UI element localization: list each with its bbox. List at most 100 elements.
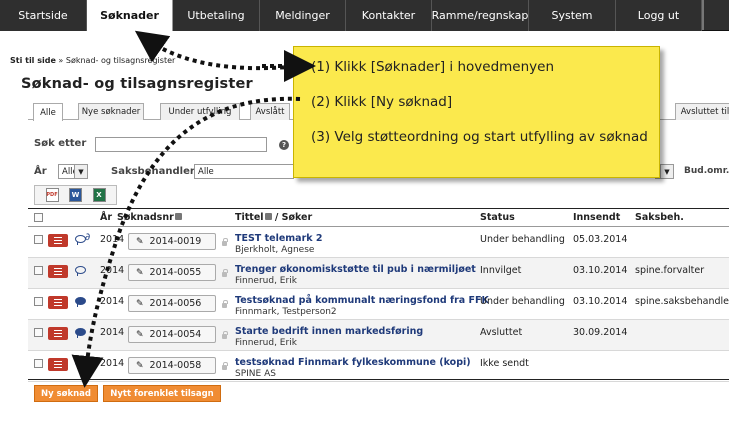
pencil-icon: ✎ (136, 267, 144, 278)
row-checkbox[interactable] (34, 328, 43, 337)
column-caseworker[interactable]: Saksbeh. (635, 212, 684, 223)
nav-item-system[interactable]: System (529, 0, 616, 31)
year-label: År (34, 166, 47, 177)
application-number: 2014-0055 (149, 267, 202, 278)
row-menu-icon[interactable] (48, 327, 68, 340)
year-select[interactable]: Alle ▼ (58, 164, 88, 179)
tab-avslatt[interactable]: Avslått (250, 103, 290, 120)
row-checkbox[interactable] (34, 266, 43, 275)
column-title-label: Tittel (235, 212, 264, 223)
caseworker-label: Saksbehandler (111, 166, 195, 177)
new-simplified-grant-button[interactable]: Nytt forenklet tilsagn (103, 385, 221, 402)
application-number: 2014-0056 (149, 298, 202, 309)
row-year: 2014 (100, 265, 125, 276)
chevron-down-icon: ▼ (660, 165, 673, 178)
comment-icon[interactable] (75, 297, 86, 307)
comment-icon[interactable] (75, 266, 86, 276)
word-icon[interactable]: W (69, 188, 82, 202)
row-year: 2014 (100, 327, 125, 338)
callout-step-2: (2) Klikk [Ny søknad] (311, 94, 453, 110)
nav-filler (702, 0, 729, 30)
search-input[interactable] (95, 137, 267, 152)
nav-item-startside[interactable]: Startside (0, 0, 87, 31)
pencil-icon: ✎ (136, 360, 144, 371)
nav-item-ramme-regnskap[interactable]: Ramme/regnskap (432, 0, 529, 31)
lock-icon (222, 300, 228, 308)
row-menu-icon[interactable] (48, 358, 68, 371)
export-toolbar: PDF W X (34, 185, 117, 205)
help-icon[interactable]: ? (279, 140, 289, 150)
main-menu: Startside Søknader Utbetaling Meldinger … (0, 0, 729, 31)
row-status: Ikke sendt (480, 358, 529, 369)
page-root: Startside Søknader Utbetaling Meldinger … (0, 0, 729, 430)
nav-item-kontakter[interactable]: Kontakter (346, 0, 432, 31)
row-caseworker: spine.saksbehandle (635, 296, 729, 307)
excel-icon-label: X (96, 191, 102, 199)
application-number: 2014-0054 (149, 329, 202, 340)
nav-item-meldinger[interactable]: Meldinger (260, 0, 346, 31)
tab-avsluttet[interactable]: Avsluttet til (675, 103, 729, 120)
comment-icon[interactable] (75, 328, 86, 338)
pdf-icon[interactable]: PDF (45, 188, 59, 202)
search-label: Søk etter (34, 138, 87, 149)
application-title-link[interactable]: TEST telemark 2 (235, 233, 323, 244)
word-icon-label: W (71, 191, 80, 199)
application-number-button[interactable]: ✎ 2014-0055 (128, 264, 216, 281)
application-number-button[interactable]: ✎ 2014-0058 (128, 357, 216, 374)
column-applicant-label: / Søker (274, 212, 313, 223)
application-number-button[interactable]: ✎ 2014-0019 (128, 233, 216, 250)
table-top-line (28, 208, 729, 209)
application-title-link[interactable]: Trenger økonomiskstøtte til pub i nærmil… (235, 264, 476, 275)
budget-label: Bud.omr. (684, 166, 729, 176)
application-number: 2014-0019 (149, 236, 202, 247)
application-title-link[interactable]: testsøknad Finnmark fylkeskommune (kopi) (235, 357, 471, 368)
excel-icon[interactable]: X (92, 188, 106, 202)
row-submitted: 05.03.2014 (573, 234, 628, 245)
application-title-link[interactable]: Testsøknad på kommunalt næringsfond fra … (235, 295, 489, 306)
nav-item-soknader[interactable]: Søknader (87, 0, 173, 31)
row-checkbox[interactable] (34, 359, 43, 368)
lock-icon (222, 269, 228, 277)
select-all-checkbox[interactable] (34, 213, 43, 222)
pencil-icon: ✎ (136, 298, 144, 309)
column-status[interactable]: Status (480, 212, 515, 223)
column-number[interactable]: Søknadsnr (117, 212, 182, 223)
row-year: 2014 (100, 296, 125, 307)
row-submitted: 30.09.2014 (573, 327, 628, 338)
row-checkbox[interactable] (34, 235, 43, 244)
lock-icon (222, 362, 228, 370)
tab-under-utfylling[interactable]: Under utfylling (160, 103, 240, 120)
column-submitted[interactable]: Innsendt (573, 212, 620, 223)
comment-icon[interactable] (75, 359, 86, 369)
application-title-link[interactable]: Starte bedrift innen markedsføring (235, 326, 423, 337)
tab-nye-soknader[interactable]: Nye søknader (78, 103, 144, 120)
column-year[interactable]: År (100, 212, 112, 223)
application-number-button[interactable]: ✎ 2014-0054 (128, 326, 216, 343)
applicant-name: Finnerud, Erik (235, 276, 297, 286)
chevron-down-icon: ▼ (74, 165, 87, 178)
row-submitted: 03.10.2014 (573, 296, 628, 307)
row-menu-icon[interactable] (48, 265, 68, 278)
row-year: 2014 (100, 234, 125, 245)
column-title[interactable]: Tittel / Søker (235, 212, 312, 223)
breadcrumb: Sti til side » Søknad- og tilsagnsregist… (10, 56, 175, 65)
breadcrumb-root[interactable]: Sti til side (10, 56, 56, 65)
nav-item-utbetaling[interactable]: Utbetaling (173, 0, 260, 31)
new-application-button[interactable]: Ny søknad (34, 385, 98, 402)
row-checkbox[interactable] (34, 297, 43, 306)
callout-step-1: (1) Klikk [Søknader] i hovedmenyen (311, 59, 555, 75)
application-number-button[interactable]: ✎ 2014-0056 (128, 295, 216, 312)
pencil-icon: ✎ (136, 236, 144, 247)
application-number: 2014-0058 (149, 360, 202, 371)
nav-item-logg-ut[interactable]: Logg ut (616, 0, 702, 31)
pdf-icon-label: PDF (46, 192, 58, 198)
callout-step-3: (3) Velg støtteordning og start utfyllin… (311, 129, 648, 145)
caseworker-select[interactable]: Alle (194, 164, 294, 179)
attachment-icon[interactable]: ∂ (85, 232, 90, 243)
row-menu-icon[interactable] (48, 296, 68, 309)
tab-alle[interactable]: Alle (33, 103, 63, 121)
row-menu-icon[interactable] (48, 234, 68, 247)
lock-icon (222, 238, 228, 246)
pencil-icon: ✎ (136, 329, 144, 340)
help-icon (174, 213, 182, 220)
